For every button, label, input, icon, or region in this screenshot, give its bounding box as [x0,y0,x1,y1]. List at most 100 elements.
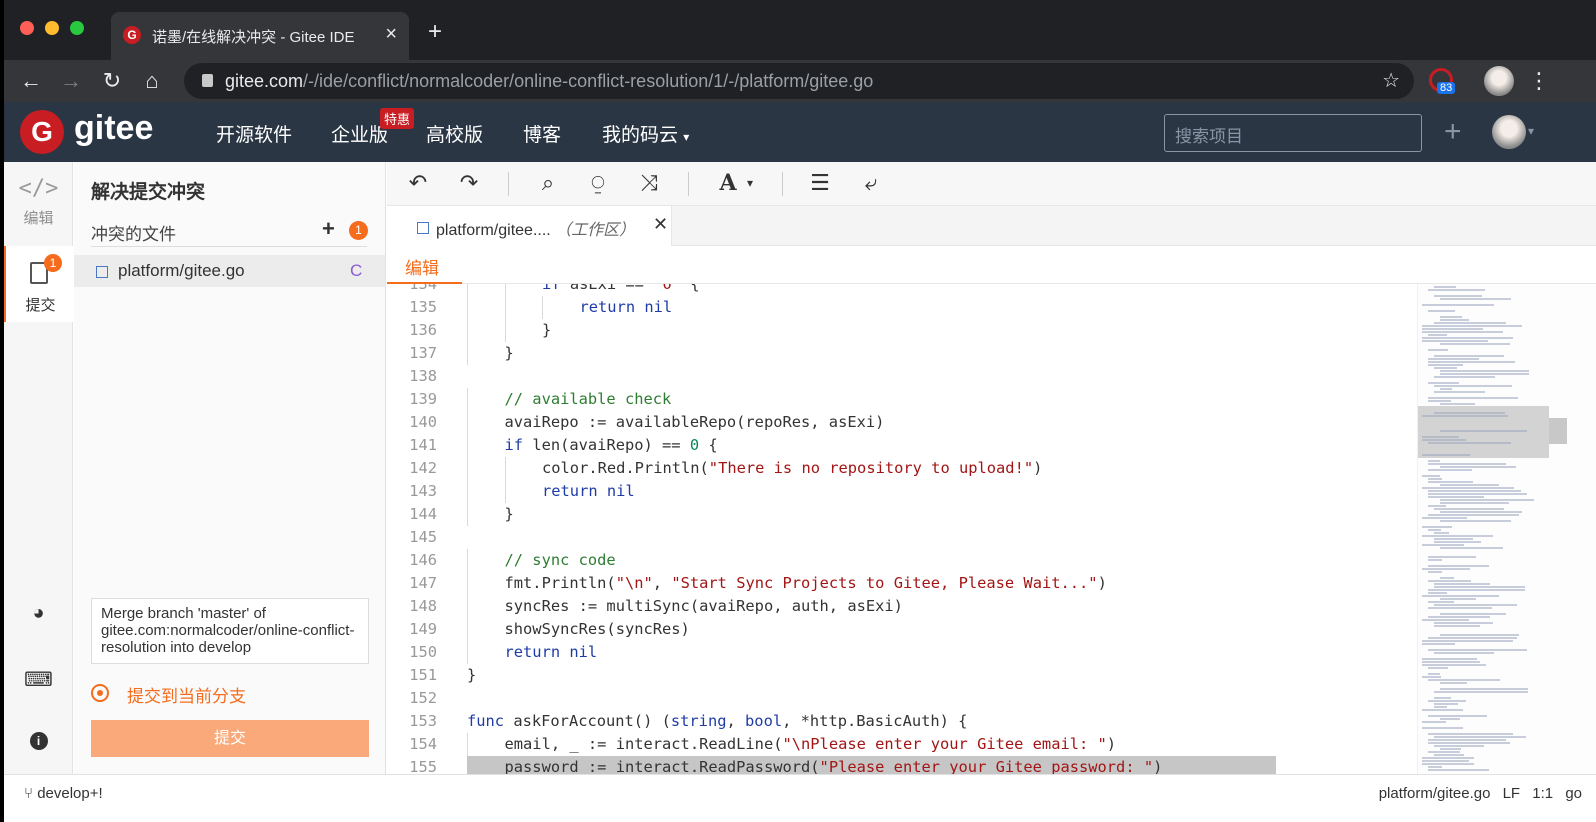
code-line[interactable]: 152 [387,687,1417,710]
minimap-line [1422,757,1474,759]
hot-badge: 特惠 [380,108,415,129]
minimap-line [1440,316,1462,318]
nav-blog[interactable]: 博客 [523,120,561,147]
nav-my-gitee[interactable]: 我的码云 ▾ [602,120,689,147]
line-number: 140 [409,413,437,431]
commit-current-branch-label[interactable]: 提交到当前分支 [127,682,246,707]
user-menu-chevron-icon[interactable]: ▾ [1528,124,1534,138]
code-line[interactable]: 153 func askForAccount() (string, bool, *… [387,710,1417,733]
back-icon[interactable]: ← [16,66,46,96]
code-line[interactable]: 144} [387,503,1417,526]
code-line[interactable]: 142 color.Red.Println("There is no reposi… [387,457,1417,480]
minimap-line [1434,736,1526,738]
branch-indicator[interactable]: ⑂ develop+! [24,785,103,802]
code-text: return nil [504,643,598,661]
user-avatar[interactable] [1492,115,1526,149]
bookmark-star-icon[interactable]: ☆ [1382,68,1400,93]
minimap-line [1440,484,1499,486]
status-cursor[interactable]: 1:1 [1532,785,1553,802]
code-line[interactable]: 151} [387,664,1417,687]
line-number: 153 [409,712,437,730]
minimap-line [1440,319,1469,321]
home-icon[interactable]: ⌂ [137,66,167,96]
forward-icon[interactable]: → [56,66,86,96]
minimap-line [1422,763,1474,765]
editor-tab[interactable]: platform/gitee.... （工作区） ✕ [387,206,672,246]
code-line[interactable]: 135 return nil [387,296,1417,319]
undo-icon[interactable]: ↶ [403,170,433,196]
code-area[interactable]: 134 if asExi == "0" {135 return nil 136} 137… [387,284,1417,774]
replace-icon[interactable]: ⍜ [583,170,613,196]
wrap-icon[interactable]: ⤶ [856,170,886,196]
commit-current-branch-radio[interactable] [91,684,109,702]
activity-commit[interactable]: 提交 [4,246,73,322]
profile-avatar[interactable] [1484,66,1514,96]
activity-edit[interactable]: </> 编辑 [4,176,73,228]
code-line[interactable]: 155 password := interact.ReadPassword("Pl… [387,756,1417,774]
status-language[interactable]: go [1565,785,1582,802]
reload-icon[interactable]: ↻ [97,66,127,96]
line-number: 154 [409,735,437,753]
code-line[interactable]: 150 return nil [387,641,1417,664]
gitee-logo-icon[interactable]: G [20,110,64,154]
code-line[interactable]: 140 avaiRepo := availableRepo(repoRes, as… [387,411,1417,434]
search-input[interactable]: 搜索项目 [1164,114,1422,152]
minimap-line [1434,508,1504,510]
nav-university[interactable]: 高校版 [426,120,483,147]
browser-menu-icon[interactable]: ⋮ [1524,66,1554,96]
code-line[interactable]: 139 // available check [387,388,1417,411]
search-icon[interactable]: ⌕ [533,170,563,196]
code-line[interactable]: 134 if asExi == "0" { [387,284,1417,296]
code-line[interactable]: 136} [387,319,1417,342]
chevron-down-icon: ▾ [683,130,690,144]
code-line[interactable]: 148 syncRes := multiSync(avaiRepo, auth, … [387,595,1417,618]
window-zoom-button[interactable] [70,21,84,35]
info-icon[interactable]: i [4,732,73,750]
code-text: if len(avaiRepo) == 0 { [504,436,718,454]
add-file-icon[interactable]: + [322,216,335,242]
line-number: 148 [409,597,437,615]
tab-close-icon[interactable]: × [385,23,397,46]
code-text: if asExi == "0" { [542,284,700,293]
list-icon[interactable]: ☰ [805,170,835,196]
submit-button[interactable]: 提交 [91,720,369,757]
create-plus-icon[interactable]: + [1444,115,1462,149]
code-line[interactable]: 146 // sync code [387,549,1417,572]
nav-open-source[interactable]: 开源软件 [216,120,292,147]
minimap-line [1440,688,1528,690]
code-line[interactable]: 145 [387,526,1417,549]
redo-icon[interactable]: ↷ [454,170,484,196]
keyboard-icon[interactable]: ⌨ [4,667,73,692]
file-checkbox-icon[interactable] [96,266,108,278]
minimap-line [1422,535,1493,537]
window-close-button[interactable] [20,21,34,35]
code-text: } [467,666,477,684]
address-bar[interactable]: gitee.com/-/ide/conflict/normalcoder/onl… [184,63,1414,99]
status-file: platform/gitee.go [1378,785,1491,802]
browser-tab[interactable]: G 诺墨/在线解决冲突 - Gitee IDE × [111,12,409,60]
code-line[interactable]: 147 fmt.Println("\n", "Start Sync Project… [387,572,1417,595]
code-line[interactable]: 138 [387,365,1417,388]
window-minimize-button[interactable] [45,21,59,35]
minimap-line [1440,748,1461,750]
gitee-logo-text[interactable]: gitee [74,109,153,148]
code-line[interactable]: 149 showSyncRes(syncRes) [387,618,1417,641]
font-chevron-icon[interactable]: ▾ [735,170,765,196]
minimap-line [1434,532,1449,534]
code-line[interactable]: 143 return nil [387,480,1417,503]
code-line[interactable]: 154 email, _ := interact.ReadLine("\nPlea… [387,733,1417,756]
tab-edit[interactable]: 编辑 [387,246,1596,284]
lock-icon [202,74,213,87]
conflict-file-item[interactable]: platform/gitee.go C [74,255,385,287]
new-tab-icon[interactable]: + [428,20,442,44]
palette-icon[interactable]: ◕ [4,602,73,625]
status-eol[interactable]: LF [1503,785,1521,802]
minimap[interactable] [1417,284,1596,774]
scrollbar[interactable] [1549,418,1567,444]
shuffle-icon[interactable]: ⤨ [634,170,664,196]
commit-message-field[interactable]: Merge branch 'master' of gitee.com:norma… [91,598,369,664]
minimap-line [1428,529,1441,531]
code-line[interactable]: 141 if len(avaiRepo) == 0 { [387,434,1417,457]
close-icon[interactable]: ✕ [653,214,668,235]
code-line[interactable]: 137} [387,342,1417,365]
